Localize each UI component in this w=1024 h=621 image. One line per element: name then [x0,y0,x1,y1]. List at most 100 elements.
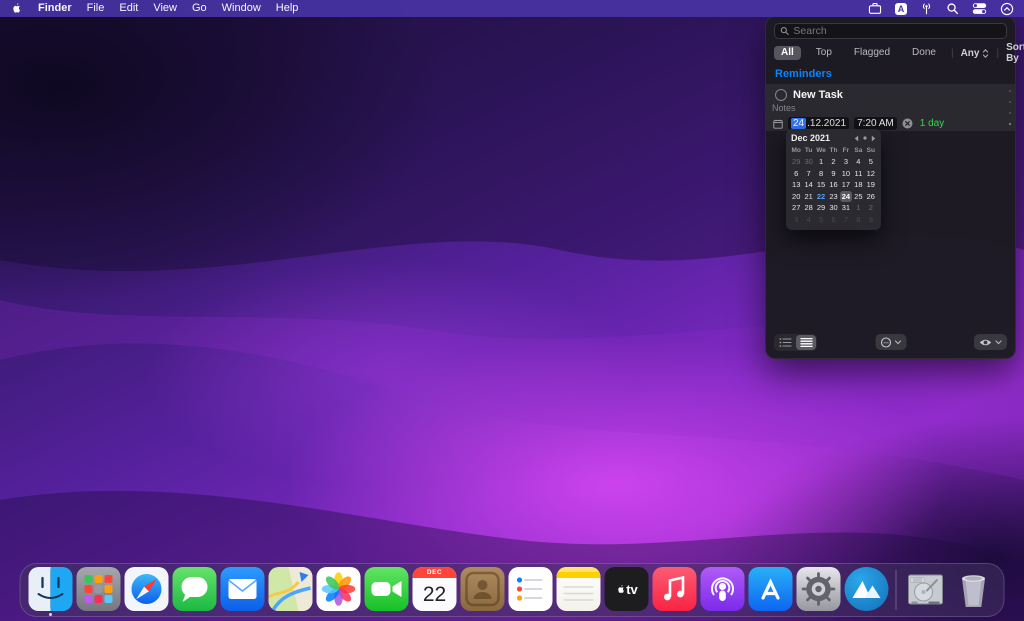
dock-finder-icon[interactable] [29,567,73,613]
menu-item-finder[interactable]: Finder [38,0,72,17]
menu-item-go[interactable]: Go [192,0,207,17]
apple-menu-icon[interactable] [10,2,22,15]
dock-system-preferences-icon[interactable] [797,567,841,613]
menu-item-edit[interactable]: Edit [119,0,138,17]
dock-podcasts-icon[interactable] [701,567,745,613]
menu-item-help[interactable]: Help [276,0,299,17]
dock-launchpad-icon[interactable] [77,567,121,613]
dock-calendar-icon[interactable]: DEC22 [413,567,457,613]
calendar-day[interactable]: 31 [840,202,852,214]
sort-by-label: Sort By [1006,42,1024,64]
dock-maps-icon[interactable] [269,567,313,613]
calendar-day[interactable]: 27 [790,202,802,214]
dock-appletv-icon[interactable]: tv [605,567,649,613]
calendar-day[interactable]: 1 [852,202,864,214]
calendar-day[interactable]: 9 [827,168,839,180]
calendar-day[interactable]: 10 [840,168,852,180]
card-drag-dots[interactable] [1009,90,1011,125]
calendar-day[interactable]: 5 [815,214,827,226]
control-center-icon[interactable] [972,2,987,15]
filter-tab-all[interactable]: All [774,46,801,60]
prev-month-icon[interactable] [854,135,859,142]
dock-notes-icon[interactable] [557,567,601,613]
next-month-icon[interactable] [871,135,876,142]
calendar-day[interactable]: 21 [802,191,814,203]
calendar-day[interactable]: 29 [815,202,827,214]
spotlight-search-icon[interactable] [946,2,959,15]
dock-mountain-app-icon[interactable] [845,567,889,613]
input-source-icon[interactable]: A [895,3,907,15]
dock-reminders-icon[interactable] [509,567,553,613]
filter-tab-top[interactable]: Top [809,46,839,60]
search-input[interactable] [793,25,1001,37]
calendar-day-header: Sa [852,146,864,156]
calendar-day[interactable]: 26 [865,191,877,203]
calendar-day[interactable]: 23 [827,191,839,203]
calendar-day[interactable]: 19 [865,179,877,191]
calendar-day[interactable]: 5 [865,156,877,168]
menu-item-window[interactable]: Window [222,0,261,17]
calendar-day[interactable]: 25 [852,191,864,203]
sort-by-dropdown[interactable]: Sort By [1006,42,1024,64]
calendar-day[interactable]: 30 [827,202,839,214]
calendar-day[interactable]: 6 [790,168,802,180]
bullet-list-view-button[interactable] [775,335,795,350]
calendar-day[interactable]: 18 [852,179,864,191]
calendar-day[interactable]: 8 [815,168,827,180]
dock-music-icon[interactable] [653,567,697,613]
dock-contacts-icon[interactable] [461,567,505,613]
dock-mail-icon[interactable] [221,567,265,613]
task-card[interactable]: New Task Notes 24.12.2021 7:20 AM 1 day [766,84,1015,131]
calendar-day[interactable]: 7 [840,214,852,226]
briefcase-icon[interactable] [868,2,882,15]
calendar-day[interactable]: 7 [802,168,814,180]
calendar-day[interactable]: 24 [840,191,852,203]
dock-messages-icon[interactable] [173,567,217,613]
dock-photos-icon[interactable] [317,567,361,613]
line-list-view-button[interactable] [796,335,816,350]
dock-facetime-icon[interactable] [365,567,409,613]
filter-tabs: All Top Flagged Done [774,46,943,60]
calendar-day[interactable]: 11 [852,168,864,180]
chevron-circle-icon[interactable] [1000,2,1014,16]
filter-tab-done[interactable]: Done [905,46,943,60]
calendar-day[interactable]: 9 [865,214,877,226]
calendar-day[interactable]: 3 [790,214,802,226]
calendar-day[interactable]: 6 [827,214,839,226]
wireless-icon[interactable] [920,2,933,15]
calendar-day[interactable]: 4 [802,214,814,226]
calendar-day[interactable]: 1 [815,156,827,168]
today-dot-icon[interactable] [863,136,867,140]
dock-harddrive-icon[interactable] [904,567,948,613]
calendar-day[interactable]: 16 [827,179,839,191]
any-dropdown[interactable]: Any [961,48,990,59]
calendar-day[interactable]: 2 [827,156,839,168]
menu-item-file[interactable]: File [87,0,105,17]
calendar-day[interactable]: 30 [802,156,814,168]
calendar-day[interactable]: 3 [840,156,852,168]
filter-tab-flagged[interactable]: Flagged [847,46,897,60]
calendar-day[interactable]: 13 [790,179,802,191]
task-notes-placeholder[interactable]: Notes [772,103,1009,113]
dock-appstore-icon[interactable] [749,567,793,613]
calendar-day[interactable]: 4 [852,156,864,168]
calendar-day[interactable]: 29 [790,156,802,168]
calendar-day[interactable]: 28 [802,202,814,214]
dock-appletv-label: tv [605,567,649,611]
calendar-day[interactable]: 20 [790,191,802,203]
menu-item-view[interactable]: View [153,0,177,17]
visibility-menu-button[interactable] [974,334,1007,350]
calendar-day[interactable]: 15 [815,179,827,191]
calendar-day[interactable]: 12 [865,168,877,180]
calendar-day[interactable]: 17 [840,179,852,191]
dock-trash-icon[interactable] [952,567,996,613]
task-complete-radio[interactable] [775,89,787,101]
dock-safari-icon[interactable] [125,567,169,613]
calendar-day[interactable]: 14 [802,179,814,191]
emoji-menu-button[interactable] [875,334,906,350]
clear-date-button[interactable] [902,118,913,129]
search-field[interactable] [774,23,1007,39]
calendar-day[interactable]: 8 [852,214,864,226]
calendar-day[interactable]: 22 [815,191,827,203]
calendar-day[interactable]: 2 [865,202,877,214]
